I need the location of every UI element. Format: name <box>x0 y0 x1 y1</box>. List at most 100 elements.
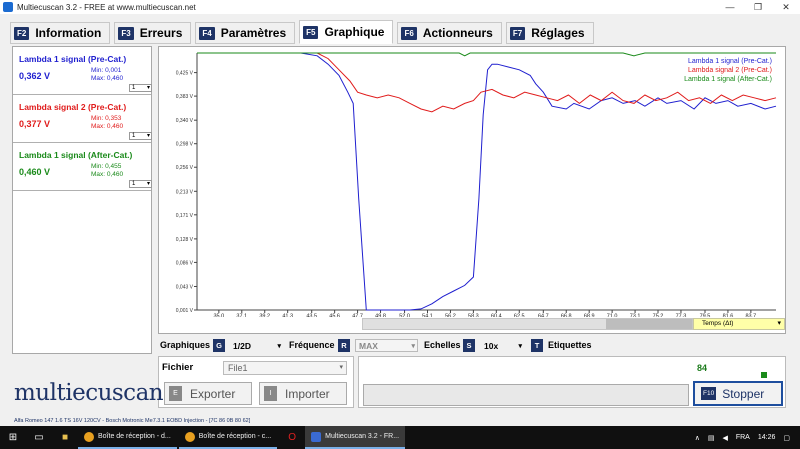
scrollbar-thumb[interactable] <box>606 319 692 329</box>
echelles-key-wrap: S <box>463 338 480 352</box>
notification-icon[interactable]: ▢ <box>783 434 790 442</box>
signal-minmax: Min: 0,001 Max: 0,460 <box>91 67 123 83</box>
file-select[interactable]: File1 <box>223 361 347 375</box>
tab-bar: F2 Information F3 Erreurs F4 Paramètres F5 G… <box>10 20 594 44</box>
graphiques-control: Graphiques <box>160 338 210 352</box>
x-tick-label: 56,2 <box>445 314 456 318</box>
x-tick-label: 75,2 <box>653 314 664 318</box>
signal-scale-select[interactable]: 1 <box>129 132 152 140</box>
volume-icon[interactable]: ◀ <box>722 434 727 442</box>
stop-button[interactable]: F10 Stopper <box>693 381 783 406</box>
x-tick-label: 58,3 <box>468 314 479 318</box>
close-icon[interactable]: ✕ <box>772 2 800 13</box>
tab-label: Erreurs <box>139 26 183 40</box>
signal-name: Lambda signal 2 (Pre-Cat.) <box>19 102 127 112</box>
signal-item[interactable]: Lambda 1 signal (After-Cat.) 0,460 V Min… <box>13 143 152 191</box>
signal-item[interactable]: Lambda signal 2 (Pre-Cat.) 0,377 V Min: … <box>13 95 152 143</box>
taskbar-app[interactable]: Boîte de réception - d... <box>78 426 177 449</box>
signal-minmax: Min: 0,455 Max: 0,460 <box>91 163 123 179</box>
signal-name: Lambda 1 signal (Pre-Cat.) <box>19 54 127 64</box>
signal-scale-select[interactable]: 1 <box>129 180 152 188</box>
signal-max: Max: 0,460 <box>91 171 124 178</box>
taskbar-app[interactable]: Boîte de réception - c... <box>178 426 278 449</box>
x-tick-label: 54,1 <box>422 314 433 318</box>
horizontal-scrollbar[interactable] <box>362 318 693 330</box>
tab-erreurs[interactable]: F3 Erreurs <box>114 22 192 44</box>
clock[interactable]: 14:26 <box>758 434 776 441</box>
system-tray: ∧ ▤ ◀ FRA 14:26 ▢ <box>695 434 800 442</box>
signal-value: 0,362 V <box>19 71 51 81</box>
tray-chevron-icon[interactable]: ∧ <box>695 434 700 442</box>
import-button[interactable]: I Importer <box>259 382 347 405</box>
tab-parametres[interactable]: F4 Paramètres <box>195 22 296 44</box>
x-tick-label: 83,7 <box>746 314 757 318</box>
task-view-icon[interactable]: ▭ <box>31 430 47 446</box>
language-indicator[interactable]: FRA <box>736 434 750 441</box>
opera-icon[interactable]: O <box>284 430 300 446</box>
restore-icon[interactable]: ❐ <box>744 2 772 13</box>
tab-actionneurs[interactable]: F6 Actionneurs <box>397 22 502 44</box>
frequence-select[interactable]: MAX ▾ <box>355 339 418 352</box>
graphiques-label: Graphiques <box>160 340 211 350</box>
x-tick-label: 77,3 <box>676 314 687 318</box>
signal-name: Lambda 1 signal (After-Cat.) <box>19 150 133 160</box>
tab-label: Graphique <box>324 25 385 39</box>
minimize-icon[interactable]: — <box>716 2 744 13</box>
x-tick-label: 60,4 <box>491 314 502 318</box>
signal-max: Max: 0,460 <box>91 123 124 130</box>
etiquettes-label: Etiquettes <box>548 340 592 350</box>
signal-list: Lambda 1 signal (Pre-Cat.) 0,362 V Min: … <box>12 46 152 354</box>
tab-information[interactable]: F2 Information <box>10 22 111 44</box>
import-key: I <box>264 386 277 401</box>
tab-key: F3 <box>118 26 134 40</box>
y-tick-label: 0,298 V <box>176 142 194 148</box>
echelles-label: Echelles <box>424 340 461 350</box>
tab-key: F7 <box>509 26 526 40</box>
taskbar: ⊞ ▭ ■ Boîte de réception - d... Boîte de… <box>0 426 800 449</box>
tab-reglages[interactable]: F7 Réglages <box>505 22 594 44</box>
chevron-down-icon: ▾ <box>411 342 415 350</box>
etiquettes-control[interactable]: T Etiquettes <box>531 338 592 352</box>
x-tick-label: 39,2 <box>259 314 270 318</box>
x-tick-label: 68,9 <box>584 314 595 318</box>
tab-key: F4 <box>199 26 215 40</box>
x-tick-label: 66,8 <box>561 314 572 318</box>
title-bar: Multiecuscan 3.2 - FREE at www.multiecus… <box>0 0 800 14</box>
x-tick-label: 47,7 <box>352 314 363 318</box>
y-tick-label: 0,128 V <box>176 237 194 243</box>
x-tick-label: 64,7 <box>538 314 549 318</box>
taskbar-app[interactable]: Multiecuscan 3.2 - FR... <box>305 426 406 449</box>
frequence-label: Fréquence <box>289 340 335 350</box>
multiecuscan-icon <box>311 431 322 442</box>
taskbar-app-label: Boîte de réception - c... <box>198 433 272 440</box>
tab-graphique[interactable]: F5 Graphique <box>299 20 394 44</box>
x-tick-label: 62,5 <box>514 314 525 318</box>
network-icon[interactable]: ▤ <box>708 434 715 442</box>
graphiques-value: 1/2D <box>233 340 251 351</box>
y-tick-label: 0,340 V <box>176 118 194 124</box>
file-panel: Fichier File1 E Exporter I Importer <box>158 356 354 408</box>
y-tick-label: 0,001 V <box>176 308 194 314</box>
signal-item[interactable]: Lambda 1 signal (Pre-Cat.) 0,362 V Min: … <box>13 47 152 95</box>
y-tick-label: 0,256 V <box>176 165 194 171</box>
y-tick-label: 0,383 V <box>176 94 194 100</box>
frequence-control: Fréquence <box>289 338 335 352</box>
export-key: E <box>169 386 182 401</box>
export-button[interactable]: E Exporter <box>164 382 252 405</box>
x-tick-label: 81,6 <box>723 314 734 318</box>
graphiques-select[interactable]: 1/2D ▾ <box>233 339 283 352</box>
x-tick-label: 41,3 <box>282 314 293 318</box>
signal-scale-select[interactable]: 1 <box>129 84 152 92</box>
progress-bar <box>363 384 689 406</box>
echelles-select[interactable]: 10x ▾ <box>484 339 524 352</box>
x-axis-mode-select[interactable]: Temps (Δt) <box>693 318 785 330</box>
chevron-down-icon: ▾ <box>277 342 281 350</box>
windows-start-icon[interactable]: ⊞ <box>5 430 21 446</box>
tab-key: F5 <box>303 25 319 39</box>
signal-min: Min: 0,353 <box>91 115 122 122</box>
vehicle-status-line: Alfa Romeo 147 1.6 TS 16V 120CV - Bosch … <box>14 418 251 424</box>
status-indicator <box>761 372 767 378</box>
tab-label: Réglages <box>531 26 585 40</box>
window-controls: — ❐ ✕ <box>716 2 800 13</box>
folder-icon[interactable]: ■ <box>57 430 73 446</box>
